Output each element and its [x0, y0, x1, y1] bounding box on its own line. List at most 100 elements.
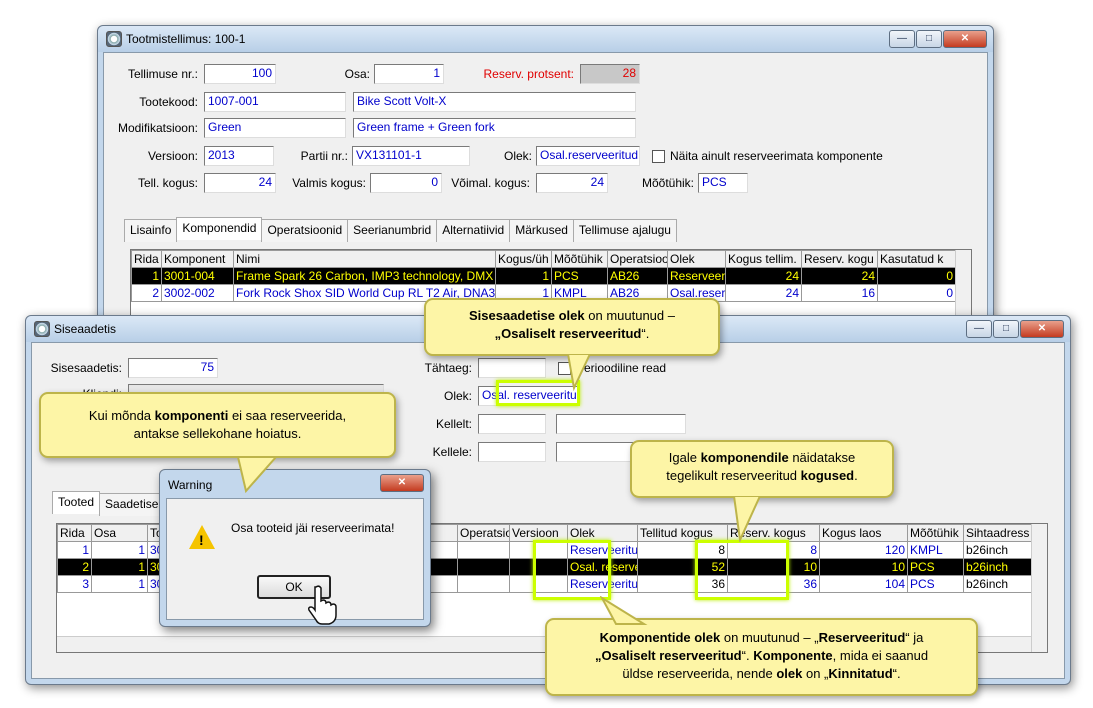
- batch-label: Partii nr.:: [300, 149, 348, 163]
- cell: 104: [819, 575, 908, 593]
- cell: 1: [131, 267, 162, 285]
- to-code-field[interactable]: [478, 442, 546, 462]
- tab-tooted[interactable]: Tooted: [52, 491, 101, 514]
- title-bar[interactable]: Tootmistellimus: 100-1 — □ ✕: [98, 26, 993, 52]
- osa-field[interactable]: 1: [374, 64, 444, 84]
- maximize-button[interactable]: □: [916, 30, 942, 48]
- warning-message: Osa tooteid jäi reserveerimata!: [231, 521, 395, 535]
- tab-saadetise[interactable]: Saadetise: [99, 493, 165, 516]
- batch-field[interactable]: VX131101-1: [352, 146, 470, 166]
- cell: 3: [57, 575, 92, 593]
- tab-seerianumbrid[interactable]: Seerianumbrid: [347, 219, 438, 242]
- cell: [457, 575, 510, 593]
- unit-label: Mõõtühik:: [641, 176, 694, 190]
- component-status-callout: Komponentide olek on muutunud – „Reserve…: [545, 618, 978, 696]
- cell: 2: [57, 558, 92, 576]
- cell: PCS: [551, 267, 608, 285]
- tab-alternatiivid[interactable]: Alternatiivid: [436, 219, 511, 242]
- cell: 1: [91, 558, 148, 576]
- col-header[interactable]: Olek: [567, 524, 638, 542]
- only-unreserved-checkbox[interactable]: [652, 150, 665, 163]
- cell: [457, 541, 510, 559]
- minimize-button[interactable]: —: [889, 30, 915, 48]
- callout-bold: Sisesaadetise olek: [469, 308, 585, 323]
- version-label: Versioon:: [147, 149, 198, 163]
- vertical-scrollbar[interactable]: [1031, 524, 1047, 652]
- callout-bold: olek: [776, 666, 803, 681]
- modification-desc-field[interactable]: Green frame + Green fork: [353, 118, 636, 138]
- dialog-body: ! Osa tooteid jäi reserveerimata! OK: [166, 498, 424, 625]
- production-order-window: Tootmistellimus: 100-1 — □ ✕ Tellimuse n…: [97, 25, 994, 325]
- col-header[interactable]: Nimi: [233, 250, 496, 268]
- col-header[interactable]: Mõõtühik: [551, 250, 608, 268]
- tab-markused[interactable]: Märkused: [509, 219, 574, 242]
- col-header[interactable]: Tellitud kogus: [637, 524, 728, 542]
- unit-field[interactable]: PCS: [698, 173, 748, 193]
- col-header[interactable]: Versioon: [509, 524, 568, 542]
- cell: b26inch: [963, 541, 1032, 559]
- cell: PCS: [907, 558, 964, 576]
- version-field[interactable]: 2013: [204, 146, 274, 166]
- col-header[interactable]: Rida: [57, 524, 92, 542]
- tab-operatsioonid[interactable]: Operatsioonid: [261, 219, 349, 242]
- callout-pointer: [236, 456, 279, 494]
- vertical-scrollbar[interactable]: [955, 250, 971, 320]
- order-qty-field[interactable]: 24: [204, 173, 276, 193]
- callout-text: , mida ei saanud: [832, 648, 929, 663]
- table-row[interactable]: 1 3001-004 Frame Spark 26 Carbon, IMP3 tec…: [131, 267, 956, 285]
- cell: 24: [725, 267, 802, 285]
- col-header[interactable]: Kogus laos: [819, 524, 908, 542]
- col-header[interactable]: Olek: [667, 250, 726, 268]
- col-header[interactable]: Osa: [91, 524, 148, 542]
- callout-bold: „Osaliselt reserveeritud: [494, 326, 642, 341]
- tab-komponendid[interactable]: Komponendid: [176, 217, 263, 240]
- col-header[interactable]: Sihtaadress: [963, 524, 1032, 542]
- doc-no-field[interactable]: 75: [128, 358, 218, 378]
- from-code-field[interactable]: [478, 414, 546, 434]
- possible-qty-field: 24: [536, 173, 608, 193]
- col-header[interactable]: Operatsioon: [457, 524, 510, 542]
- cell: 3001-004: [161, 267, 234, 285]
- reserv-percent-field: 28: [580, 64, 640, 84]
- tab-tellimuse-ajalugu[interactable]: Tellimuse ajalugu: [572, 219, 677, 242]
- col-header[interactable]: Operatsioo: [607, 250, 668, 268]
- col-header[interactable]: Rida: [131, 250, 162, 268]
- tab-lisainfo[interactable]: Lisainfo: [124, 219, 178, 242]
- cell: 120: [819, 541, 908, 559]
- cell: 16: [801, 284, 878, 302]
- doc-no-label: Sisesaadetis:: [50, 361, 122, 375]
- col-header[interactable]: Mõõtühik: [907, 524, 964, 542]
- product-code-label: Tootekood:: [139, 95, 198, 109]
- callout-bold: Komponente: [753, 648, 833, 663]
- callout-text: näidatakse: [788, 450, 856, 465]
- product-code-field[interactable]: 1007-001: [204, 92, 346, 112]
- minimize-button[interactable]: —: [966, 320, 992, 338]
- col-header[interactable]: Reserv. kogu: [801, 250, 878, 268]
- modification-field[interactable]: Green: [204, 118, 346, 138]
- order-qty-label: Tell. kogus:: [137, 176, 198, 190]
- cell: 1: [495, 267, 552, 285]
- cell: Frame Spark 26 Carbon, IMP3 technology, …: [233, 267, 496, 285]
- due-date-field[interactable]: [478, 358, 546, 378]
- from-name-field[interactable]: [556, 414, 686, 434]
- product-name-field[interactable]: Bike Scott Volt-X: [353, 92, 636, 112]
- status-label: Olek:: [503, 149, 532, 163]
- dialog-close-button[interactable]: ✕: [380, 474, 424, 492]
- col-header[interactable]: Komponent: [161, 250, 234, 268]
- close-button[interactable]: ✕: [1020, 320, 1064, 338]
- warning-icon: !: [189, 525, 215, 549]
- from-label: Kellelt:: [435, 417, 472, 431]
- close-button[interactable]: ✕: [943, 30, 987, 48]
- col-header[interactable]: Kogus tellim.: [725, 250, 802, 268]
- callout-pointer: [566, 354, 592, 392]
- callout-pointer: [599, 596, 648, 625]
- cell: 0: [877, 267, 956, 285]
- maximize-button[interactable]: □: [993, 320, 1019, 338]
- reserv-percent-label: Reserv. protsent:: [483, 67, 574, 81]
- col-header[interactable]: Kasutatud k: [877, 250, 956, 268]
- col-header[interactable]: Kogus/üh: [495, 250, 552, 268]
- order-no-label: Tellimuse nr.:: [127, 67, 198, 81]
- status-field: Osal.reserveeritud: [536, 146, 640, 166]
- order-no-field[interactable]: 100: [204, 64, 276, 84]
- callout-text: “.: [892, 666, 901, 681]
